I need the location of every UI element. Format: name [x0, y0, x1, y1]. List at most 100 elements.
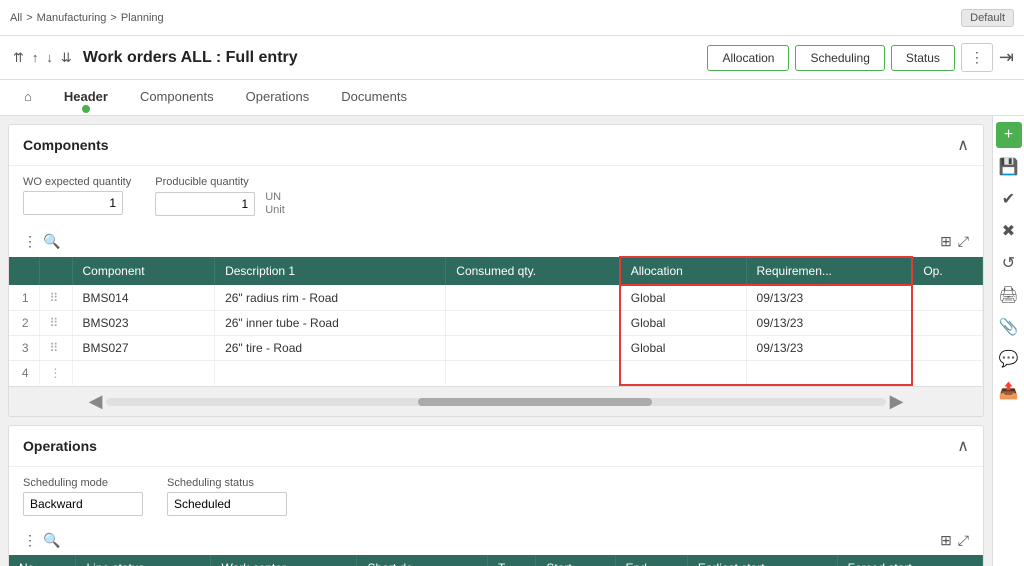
breadcrumb-planning[interactable]: Planning	[121, 12, 164, 24]
op-3[interactable]	[912, 336, 982, 361]
row-num-4: 4	[9, 361, 39, 386]
operations-form-row: Scheduling mode Scheduling status	[9, 467, 983, 526]
nav-prev[interactable]: ↑	[29, 48, 42, 68]
th-component[interactable]: Component	[72, 257, 215, 285]
th-t[interactable]: T	[487, 555, 535, 566]
th-no[interactable]: No.	[9, 555, 76, 566]
th-end[interactable]: End	[615, 555, 687, 566]
consumed-4[interactable]	[446, 361, 620, 386]
allocation-1[interactable]: Global	[620, 285, 746, 311]
th-consumed[interactable]: Consumed qty.	[446, 257, 620, 285]
component-desc-4[interactable]	[215, 361, 446, 386]
tab-operations-label: Operations	[246, 89, 310, 104]
ops-layers-button[interactable]: ⊞	[940, 532, 952, 549]
layers-button[interactable]: ⊞	[940, 233, 952, 250]
title-buttons: Allocation Scheduling Status ⋮ ⇥	[707, 43, 1014, 72]
nav-tabs: ⌂ Header Components Operations Documents	[0, 80, 1024, 116]
component-code-1[interactable]: BMS014	[72, 285, 215, 311]
component-code-2[interactable]: BMS023	[72, 311, 215, 336]
toolbar-dots-button[interactable]: ⋮	[23, 233, 37, 250]
th-work-center[interactable]: Work center	[211, 555, 357, 566]
drag-handle-4[interactable]: ⋮	[39, 361, 72, 386]
operations-header: Operations ∧	[9, 426, 983, 467]
exit-button[interactable]: ⇥	[999, 47, 1014, 68]
chat-button[interactable]: 💬	[996, 346, 1022, 372]
table-row: 3 ⠿ BMS027 26" tire - Road Global 09/13/…	[9, 336, 983, 361]
op-4[interactable]	[912, 361, 982, 386]
scheduling-status-input[interactable]	[167, 492, 287, 516]
producible-qty-input[interactable]	[155, 192, 255, 216]
components-toggle[interactable]: ∧	[957, 135, 969, 155]
default-badge[interactable]: Default	[961, 9, 1014, 27]
component-desc-2[interactable]: 26" inner tube - Road	[215, 311, 446, 336]
tab-header[interactable]: Header	[50, 81, 122, 114]
toolbar-search-button[interactable]: 🔍	[43, 233, 60, 250]
share-button[interactable]: 📤	[996, 378, 1022, 404]
th-requirement[interactable]: Requiremen...	[746, 257, 912, 285]
ops-toolbar-dots-button[interactable]: ⋮	[23, 532, 37, 549]
nav-next[interactable]: ↓	[43, 48, 56, 68]
expand-button[interactable]: ⤢	[958, 233, 969, 250]
ops-expand-button[interactable]: ⤢	[958, 532, 969, 549]
tab-operations[interactable]: Operations	[232, 81, 324, 114]
component-desc-3[interactable]: 26" tire - Road	[215, 336, 446, 361]
cancel-button[interactable]: ✖	[996, 218, 1022, 244]
scroll-thumb[interactable]	[418, 398, 652, 406]
th-description[interactable]: Description 1	[215, 257, 446, 285]
th-start[interactable]: Start	[536, 555, 615, 566]
requirement-2[interactable]: 09/13/23	[746, 311, 912, 336]
component-code-4[interactable]	[72, 361, 215, 386]
components-table-scroll: Component Description 1 Consumed qty. Al…	[9, 256, 983, 386]
op-1[interactable]	[912, 285, 982, 311]
allocation-3[interactable]: Global	[620, 336, 746, 361]
horizontal-scrollbar[interactable]: ◀ ▶	[9, 386, 983, 416]
more-actions-button[interactable]: ⋮	[961, 43, 993, 72]
right-panel: + 💾 ✔ ✖ ↺ 🖨 📎 💬 📤	[992, 116, 1024, 566]
confirm-button[interactable]: ✔	[996, 186, 1022, 212]
scheduling-button[interactable]: Scheduling	[795, 45, 884, 71]
consumed-3[interactable]	[446, 336, 620, 361]
breadcrumb-manufacturing[interactable]: Manufacturing	[37, 12, 107, 24]
requirement-4[interactable]	[746, 361, 912, 386]
save-button[interactable]: 💾	[996, 154, 1022, 180]
drag-handle-3[interactable]: ⠿	[39, 336, 72, 361]
row-num-1: 1	[9, 285, 39, 311]
op-2[interactable]	[912, 311, 982, 336]
th-allocation[interactable]: Allocation	[620, 257, 746, 285]
th-forced-start[interactable]: Forced start	[837, 555, 982, 566]
drag-handle-2[interactable]: ⠿	[39, 311, 72, 336]
th-line-status[interactable]: Line status	[76, 555, 211, 566]
th-short-desc[interactable]: Short de...	[357, 555, 487, 566]
scheduling-mode-input[interactable]	[23, 492, 143, 516]
nav-last[interactable]: ⇊	[58, 48, 75, 68]
table-row: 2 ⠿ BMS023 26" inner tube - Road Global …	[9, 311, 983, 336]
refresh-button[interactable]: ↺	[996, 250, 1022, 276]
print-button[interactable]: 🖨	[996, 282, 1022, 308]
operations-toggle[interactable]: ∧	[957, 436, 969, 456]
requirement-1[interactable]: 09/13/23	[746, 285, 912, 311]
ops-toolbar-search-button[interactable]: 🔍	[43, 532, 60, 549]
table-row: 4 ⋮	[9, 361, 983, 386]
tab-documents[interactable]: Documents	[327, 81, 421, 114]
drag-handle-1[interactable]: ⠿	[39, 285, 72, 311]
status-button[interactable]: Status	[891, 45, 955, 71]
add-button[interactable]: +	[996, 122, 1022, 148]
wo-qty-label: WO expected quantity	[23, 176, 131, 188]
wo-qty-input[interactable]	[23, 191, 123, 215]
component-code-3[interactable]: BMS027	[72, 336, 215, 361]
tab-components[interactable]: Components	[126, 81, 228, 114]
ops-toolbar-left: ⋮ 🔍	[23, 532, 60, 549]
nav-first[interactable]: ⇈	[10, 48, 27, 68]
attach-button[interactable]: 📎	[996, 314, 1022, 340]
th-op[interactable]: Op.	[912, 257, 982, 285]
tab-home[interactable]: ⌂	[10, 81, 46, 114]
requirement-3[interactable]: 09/13/23	[746, 336, 912, 361]
breadcrumb-all[interactable]: All	[10, 12, 22, 24]
allocation-2[interactable]: Global	[620, 311, 746, 336]
th-earliest-start[interactable]: Earliest start	[687, 555, 837, 566]
component-desc-1[interactable]: 26" radius rim - Road	[215, 285, 446, 311]
consumed-1[interactable]	[446, 285, 620, 311]
allocation-4[interactable]	[620, 361, 746, 386]
allocation-button[interactable]: Allocation	[707, 45, 789, 71]
consumed-2[interactable]	[446, 311, 620, 336]
